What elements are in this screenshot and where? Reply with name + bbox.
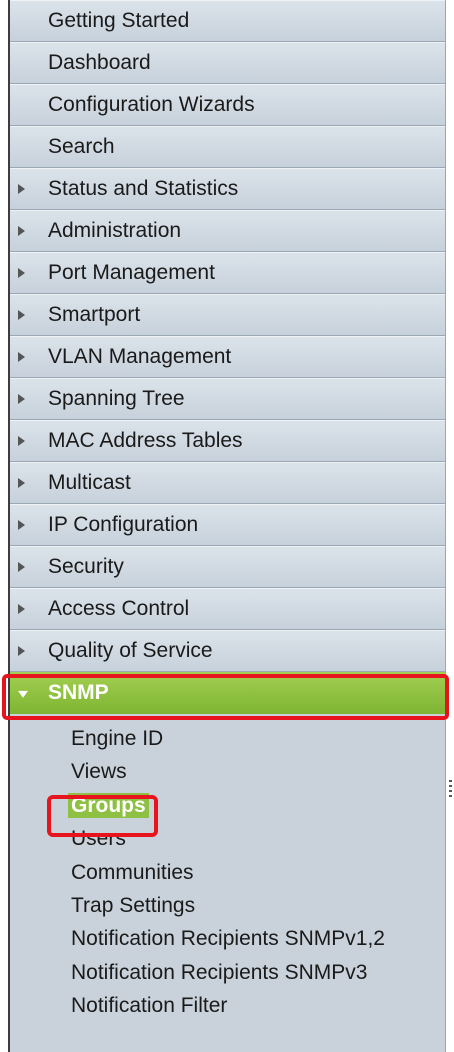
submenu-item-engine-id[interactable]: Engine ID — [10, 722, 445, 755]
nav-item-search[interactable]: Search — [10, 126, 445, 168]
nav-item-label: MAC Address Tables — [48, 429, 243, 452]
expand-arrow-icon — [18, 478, 25, 488]
nav-item-label: Quality of Service — [48, 639, 213, 662]
nav-item-label: Smartport — [48, 303, 141, 326]
submenu-item-label: Engine ID — [71, 727, 164, 750]
submenu-item-label: Notification Recipients SNMPv1,2 — [71, 927, 385, 951]
nav-item-label: Dashboard — [48, 51, 151, 74]
expand-arrow-icon — [18, 436, 25, 446]
expand-arrow-icon — [18, 268, 25, 278]
expand-arrow-icon — [18, 184, 25, 194]
nav-item-access-control[interactable]: Access Control — [10, 588, 445, 630]
nav-item-vlan-management[interactable]: VLAN Management — [10, 336, 445, 378]
nav-item-label: Status and Statistics — [48, 177, 239, 200]
submenu-item-groups[interactable]: Groups — [10, 789, 445, 822]
nav-item-label: IP Configuration — [48, 513, 199, 536]
nav-item-label: Getting Started — [48, 9, 190, 32]
nav-item-ip-configuration[interactable]: IP Configuration — [10, 504, 445, 546]
nav-item-multicast[interactable]: Multicast — [10, 462, 445, 504]
nav-item-snmp[interactable]: SNMP — [10, 672, 445, 714]
nav-item-label: Configuration Wizards — [48, 93, 255, 116]
expand-arrow-icon — [18, 352, 25, 362]
nav-item-security[interactable]: Security — [10, 546, 445, 588]
nav-item-smartport[interactable]: Smartport — [10, 294, 445, 336]
nav-item-label: Security — [48, 555, 124, 578]
nav-item-configuration-wizards[interactable]: Configuration Wizards — [10, 84, 445, 126]
submenu-item-views[interactable]: Views — [10, 755, 445, 788]
expand-arrow-icon — [18, 520, 25, 530]
nav-item-label: Port Management — [48, 261, 215, 284]
expand-arrow-icon — [18, 562, 25, 572]
expand-arrow-icon — [18, 310, 25, 320]
resize-grip-icon[interactable] — [449, 780, 452, 798]
submenu-item-label: Communities — [71, 860, 194, 884]
nav-item-label: VLAN Management — [48, 345, 232, 368]
nav-item-label: SNMP — [48, 681, 109, 704]
submenu-item-label: Trap Settings — [71, 893, 196, 917]
submenu-item-users[interactable]: Users — [10, 822, 445, 855]
nav-item-quality-of-service[interactable]: Quality of Service — [10, 630, 445, 672]
nav-item-spanning-tree[interactable]: Spanning Tree — [10, 378, 445, 420]
expand-arrow-icon — [18, 604, 25, 614]
submenu-item-label: Groups — [68, 792, 149, 818]
submenu-item-notification-recipients-v12[interactable]: Notification Recipients SNMPv1,2 — [10, 922, 445, 955]
submenu-item-label: Views — [71, 760, 127, 784]
nav-item-label: Spanning Tree — [48, 387, 185, 410]
submenu-item-label: Users — [71, 827, 126, 851]
expand-arrow-icon — [18, 226, 25, 236]
submenu-item-trap-settings[interactable]: Trap Settings — [10, 889, 445, 922]
submenu-item-notification-recipients-v3[interactable]: Notification Recipients SNMPv3 — [10, 956, 445, 989]
nav-item-dashboard[interactable]: Dashboard — [10, 42, 445, 84]
nav-item-label: Multicast — [48, 471, 131, 494]
nav-item-label: Access Control — [48, 597, 190, 620]
nav-item-administration[interactable]: Administration — [10, 210, 445, 252]
submenu-item-label: Notification Filter — [71, 994, 228, 1018]
expand-arrow-icon — [18, 646, 25, 656]
snmp-submenu: Engine ID Views Groups Users Communities… — [10, 714, 445, 1023]
sidebar-nav: Getting Started Dashboard Configuration … — [8, 0, 446, 1052]
submenu-item-communities[interactable]: Communities — [10, 856, 445, 889]
nav-item-status-and-statistics[interactable]: Status and Statistics — [10, 168, 445, 210]
nav-item-label: Administration — [48, 219, 182, 242]
nav-item-label: Search — [48, 135, 115, 158]
nav-item-mac-address-tables[interactable]: MAC Address Tables — [10, 420, 445, 462]
collapse-arrow-icon — [18, 690, 28, 698]
submenu-item-label: Notification Recipients SNMPv3 — [71, 960, 368, 984]
nav-item-port-management[interactable]: Port Management — [10, 252, 445, 294]
expand-arrow-icon — [18, 394, 25, 404]
nav-item-getting-started[interactable]: Getting Started — [10, 0, 445, 42]
submenu-item-notification-filter[interactable]: Notification Filter — [10, 989, 445, 1022]
